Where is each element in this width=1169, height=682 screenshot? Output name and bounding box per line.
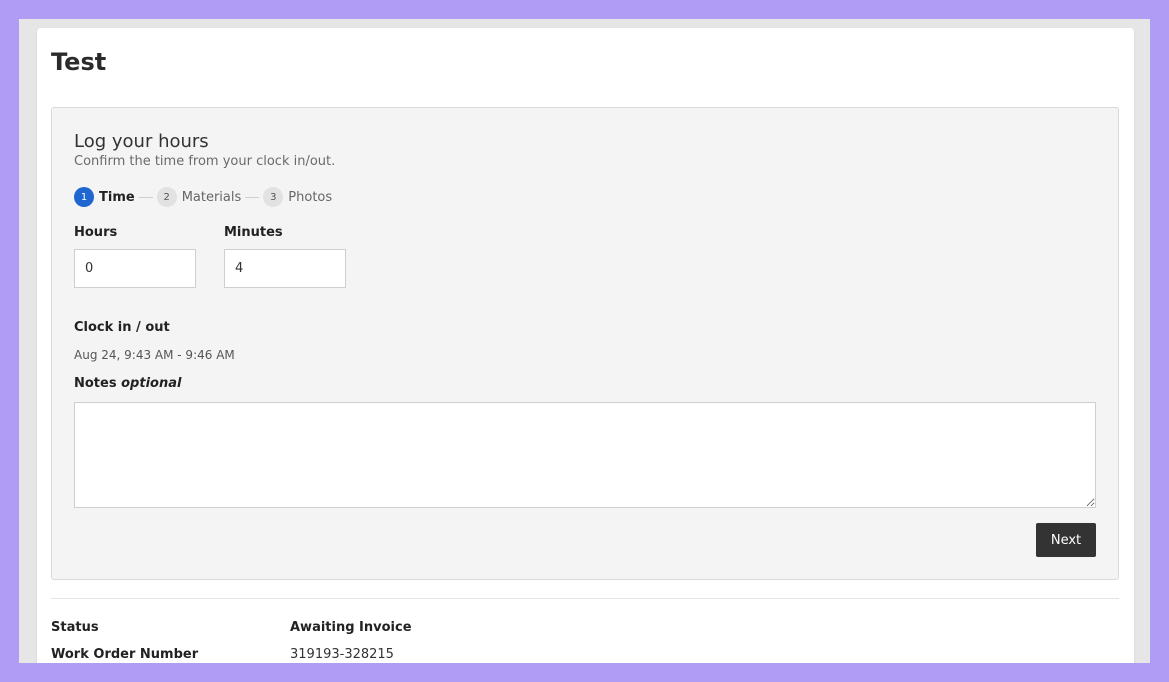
detail-value: Awaiting Invoice (290, 620, 412, 635)
step-label: Time (99, 189, 135, 205)
step-time[interactable]: 1 Time (74, 187, 135, 207)
next-button[interactable]: Next (1036, 523, 1096, 557)
step-connector (245, 196, 260, 198)
step-label: Photos (288, 189, 333, 205)
divider (51, 598, 1119, 599)
clock-label: Clock in / out (74, 320, 170, 335)
notes-optional-tag: optional (121, 376, 182, 391)
step-number: 1 (74, 187, 94, 207)
step-number: 2 (156, 187, 177, 207)
notes-textarea[interactable] (74, 402, 1096, 508)
step-materials[interactable]: 2 Materials (156, 187, 242, 207)
step-photos[interactable]: 3 Photos (263, 187, 332, 207)
detail-row-status: Status Awaiting Invoice (51, 620, 412, 635)
log-hours-panel: Log your hours Confirm the time from you… (51, 107, 1119, 580)
step-connector (138, 196, 153, 198)
step-label: Materials (181, 189, 242, 205)
clock-value: Aug 24, 9:43 AM - 9:46 AM (74, 348, 235, 362)
stepper: 1 Time 2 Materials 3 Photos (74, 187, 332, 207)
panel-subtitle: Confirm the time from your clock in/out. (74, 154, 336, 169)
detail-key: Work Order Number (51, 647, 199, 662)
minutes-label: Minutes (224, 225, 283, 240)
notes-label: Notes optional (74, 376, 181, 391)
page-title: Test (51, 48, 107, 76)
hours-label: Hours (74, 225, 118, 240)
minutes-input[interactable] (224, 249, 346, 288)
panel-title: Log your hours (74, 131, 209, 152)
hours-input[interactable] (74, 249, 196, 288)
detail-value: 319193-328215 (290, 647, 394, 662)
detail-row-work-order-number: Work Order Number 319193-328215 (51, 647, 394, 662)
step-number: 3 (263, 187, 284, 207)
notes-label-text: Notes (74, 376, 117, 391)
work-order-card: Test Log your hours Confirm the time fro… (37, 28, 1134, 663)
app-frame: Test Log your hours Confirm the time fro… (19, 19, 1150, 663)
detail-key: Status (51, 620, 99, 635)
